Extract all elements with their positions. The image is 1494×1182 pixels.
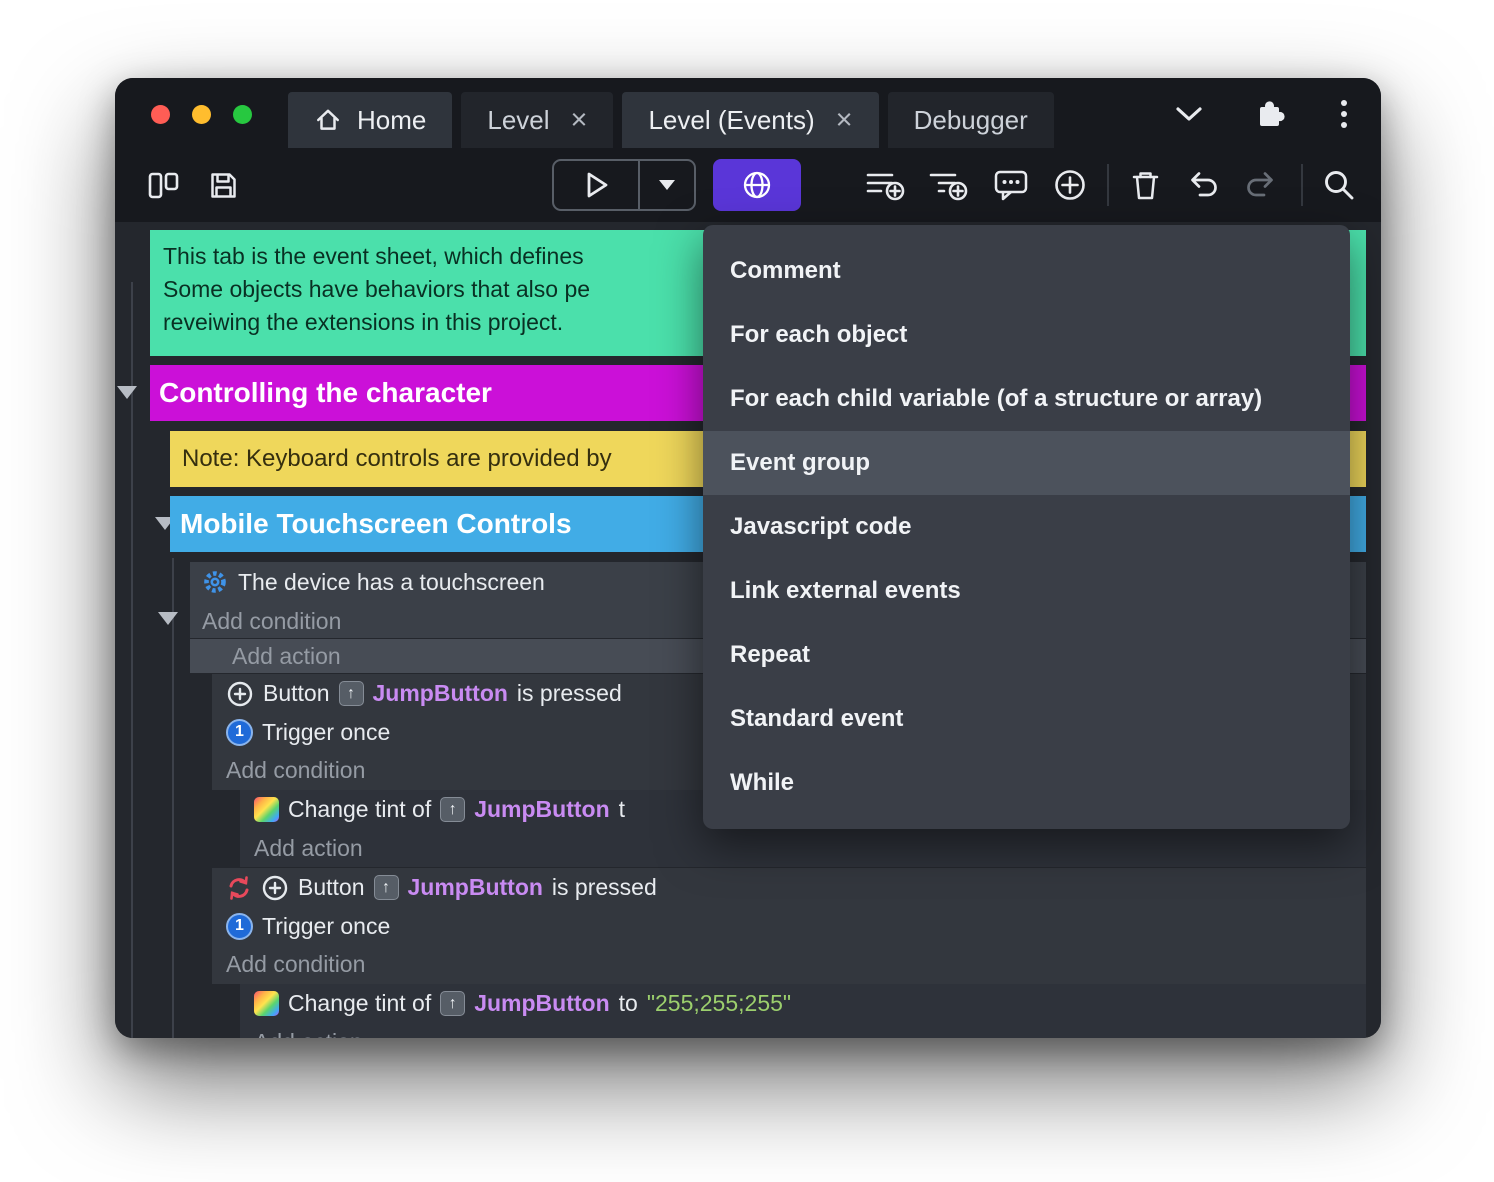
add-subevent-icon[interactable]	[926, 165, 970, 205]
tab-home[interactable]: Home	[288, 92, 453, 148]
action-change-tint-white[interactable]: Change tint of ↑ JumpButton to "255;255;…	[240, 984, 1366, 1038]
tab-level-events[interactable]: Level (Events) ×	[622, 92, 879, 148]
minimize-window-button[interactable]	[192, 105, 211, 124]
condition-text: The device has a touchscreen	[238, 568, 545, 595]
button-icon	[261, 874, 289, 902]
menu-item-repeat[interactable]: Repeat	[703, 623, 1350, 687]
menu-item-for-each-child-variable[interactable]: For each child variable (of a structure …	[703, 367, 1350, 431]
project-manager-icon[interactable]	[141, 165, 185, 205]
condition-trigger-once[interactable]: 1 Trigger once	[212, 907, 1366, 945]
action-text: Change tint of	[288, 796, 432, 822]
trigger-once-icon: 1	[226, 718, 253, 746]
gear-icon	[201, 568, 229, 596]
tab-label: Home	[357, 104, 427, 135]
action-text: t	[618, 796, 626, 822]
more-menu-icon[interactable]	[1329, 97, 1359, 131]
play-preview-button[interactable]	[554, 161, 640, 209]
redo-icon[interactable]	[1239, 165, 1283, 205]
action-text: to	[618, 990, 638, 1016]
add-condition-link[interactable]: Add condition	[212, 945, 1366, 983]
toolbar-separator	[1301, 164, 1303, 206]
tint-palette-icon	[254, 991, 279, 1016]
menu-item-while[interactable]: While	[703, 751, 1350, 815]
preview-options-caret[interactable]	[640, 161, 694, 209]
extensions-puzzle-icon[interactable]	[1247, 97, 1291, 131]
app-window: Home Level × Level (Events) × Debugger T…	[115, 78, 1381, 1038]
condition-text: Trigger once	[262, 912, 391, 939]
preview-button-group	[552, 159, 696, 211]
condition-text: is pressed	[551, 874, 657, 900]
tab-bar: Home Level × Level (Events) × Debugger	[288, 92, 1054, 148]
add-event-icon[interactable]	[863, 165, 907, 205]
search-icon[interactable]	[1317, 165, 1361, 205]
menu-item-javascript-code[interactable]: Javascript code	[703, 495, 1350, 559]
titlebar: Home Level × Level (Events) × Debugger	[115, 78, 1381, 148]
add-event-type-button[interactable]	[713, 159, 801, 211]
tab-label: Level	[487, 104, 550, 135]
close-window-button[interactable]	[151, 105, 170, 124]
object-name: JumpButton	[372, 680, 508, 706]
condition-text: is pressed	[516, 680, 622, 706]
jumpbutton-object-icon: ↑	[373, 875, 399, 900]
collapse-arrow-icon[interactable]	[117, 386, 137, 399]
tint-palette-icon	[254, 797, 279, 822]
delete-icon[interactable]	[1123, 165, 1167, 205]
condition-text: Button	[298, 874, 365, 900]
add-comment-icon[interactable]	[989, 165, 1033, 205]
action-text: Change tint of	[288, 990, 432, 1016]
condition-button-pressed[interactable]: Button ↑ JumpButton is pressed	[212, 868, 1366, 907]
button-icon	[226, 680, 254, 708]
menu-item-event-group[interactable]: Event group	[703, 431, 1350, 495]
menu-item-comment[interactable]: Comment	[703, 239, 1350, 303]
object-name: JumpButton	[407, 874, 543, 900]
save-icon[interactable]	[201, 165, 245, 205]
globe-icon	[741, 169, 773, 201]
jumpbutton-object-icon: ↑	[440, 991, 466, 1016]
add-action-link[interactable]: Add action	[240, 829, 1366, 867]
tab-level[interactable]: Level ×	[461, 92, 614, 148]
menu-item-link-external-events[interactable]: Link external events	[703, 559, 1350, 623]
tab-label: Level (Events)	[648, 104, 815, 135]
tab-label: Debugger	[913, 104, 1028, 135]
condition-text: Button	[263, 680, 330, 706]
zoom-window-button[interactable]	[233, 105, 252, 124]
inverted-condition-icon	[226, 875, 252, 901]
indent-guide	[172, 558, 174, 1038]
menu-item-for-each-object[interactable]: For each object	[703, 303, 1350, 367]
action-tint[interactable]: Change tint of ↑ JumpButton to "255;255;…	[240, 984, 1366, 1023]
close-tab-icon[interactable]: ×	[836, 105, 853, 135]
event-jumpbutton-pressed-inverted[interactable]: Button ↑ JumpButton is pressed 1 Trigger…	[212, 868, 1366, 984]
object-name: JumpButton	[474, 796, 610, 822]
menu-item-standard-event[interactable]: Standard event	[703, 687, 1350, 751]
window-controls	[151, 105, 252, 124]
condition-text: Trigger once	[262, 718, 391, 745]
home-icon	[314, 107, 342, 133]
undo-icon[interactable]	[1181, 165, 1225, 205]
add-action-link[interactable]: Add action	[240, 1023, 1366, 1039]
add-event-context-menu: Comment For each object For each child v…	[703, 225, 1350, 829]
toolbar-separator	[1107, 164, 1109, 206]
toolbar	[115, 148, 1381, 222]
tint-value: "255;255;255"	[646, 990, 792, 1016]
tab-debugger[interactable]: Debugger	[887, 92, 1054, 148]
jumpbutton-object-icon: ↑	[338, 681, 364, 706]
object-name: JumpButton	[474, 990, 610, 1016]
chevron-down-icon[interactable]	[1167, 97, 1211, 131]
close-tab-icon[interactable]: ×	[571, 105, 588, 135]
collapse-arrow-icon[interactable]	[158, 612, 178, 625]
trigger-once-icon: 1	[226, 912, 253, 940]
add-other-event-icon[interactable]	[1048, 165, 1092, 205]
jumpbutton-object-icon: ↑	[440, 797, 466, 822]
